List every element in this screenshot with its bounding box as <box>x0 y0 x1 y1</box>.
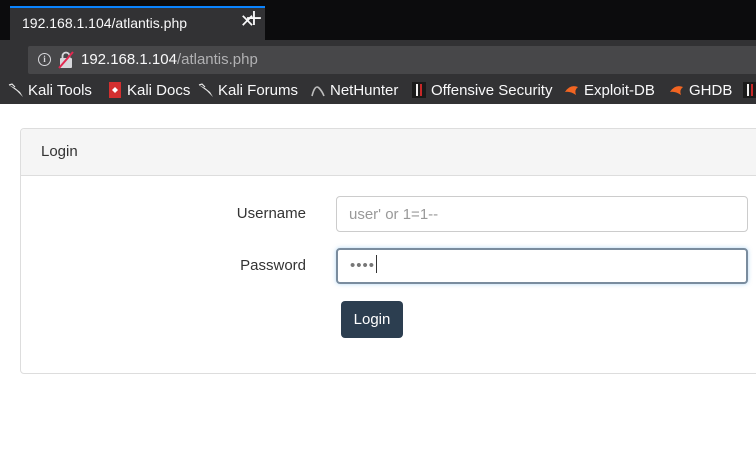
url-path: /atlantis.php <box>176 51 258 68</box>
username-label: Username <box>236 205 306 222</box>
insecure-lock-icon[interactable] <box>58 51 74 69</box>
kali-dragon-icon <box>8 83 23 97</box>
text-cursor <box>376 255 378 273</box>
bookmark-label: Offensive Security <box>431 82 553 99</box>
bookmark-kali-tools[interactable]: Kali Tools <box>8 82 92 102</box>
nethunter-icon <box>311 86 325 97</box>
bookmark-kali-docs[interactable]: Kali Docs <box>107 82 190 102</box>
bookmark-label: NetHunter <box>330 82 399 99</box>
password-label: Password <box>240 257 306 274</box>
username-input[interactable] <box>336 196 748 232</box>
offsec-icon <box>412 82 426 98</box>
panel-title: Login <box>41 143 78 160</box>
bookmark-kali-forums[interactable]: Kali Forums <box>198 82 298 102</box>
tab-title: 192.168.1.104/atlantis.php <box>22 15 188 31</box>
address-bar[interactable]: i 192.168.1.104/atlantis.php <box>28 46 756 74</box>
panel-heading: Login <box>21 129 756 176</box>
tab-active[interactable]: 192.168.1.104/atlantis.php ✕ <box>10 6 265 40</box>
bookmarks-bar: Kali Tools Kali Docs Kali Forums NetHunt… <box>0 78 756 104</box>
info-icon[interactable]: i <box>38 53 51 66</box>
kali-docs-icon <box>109 82 121 98</box>
bookmark-label: GHDB <box>689 82 733 99</box>
password-mask: •••• <box>350 257 376 274</box>
bookmark-label: Kali Docs <box>127 82 191 99</box>
bookmark-label: Kali Forums <box>218 82 299 99</box>
bookmark-overflow[interactable] <box>742 82 756 102</box>
bookmark-ghdb[interactable]: GHDB <box>669 82 732 102</box>
kali-dragon-icon <box>198 83 213 97</box>
bookmark-label: Exploit-DB <box>584 82 655 99</box>
new-tab-button[interactable]: + <box>243 8 265 30</box>
url-host: 192.168.1.104 <box>81 51 177 68</box>
bookmark-nethunter[interactable]: NetHunter <box>310 82 398 102</box>
nav-bar: i 192.168.1.104/atlantis.php <box>0 40 756 78</box>
bookmark-exploit-db[interactable]: Exploit-DB <box>564 82 655 102</box>
tab-bar: 192.168.1.104/atlantis.php ✕ + <box>0 0 756 40</box>
password-input[interactable]: •••• <box>336 248 748 284</box>
bookmark-label: Kali Tools <box>28 82 92 99</box>
exploit-db-icon <box>565 86 578 95</box>
offsec-icon <box>743 82 756 98</box>
bookmark-offensive-security[interactable]: Offensive Security <box>411 82 552 102</box>
url-text[interactable]: 192.168.1.104/atlantis.php <box>81 51 258 68</box>
login-button[interactable]: Login <box>341 301 403 338</box>
ghdb-icon <box>670 86 683 95</box>
